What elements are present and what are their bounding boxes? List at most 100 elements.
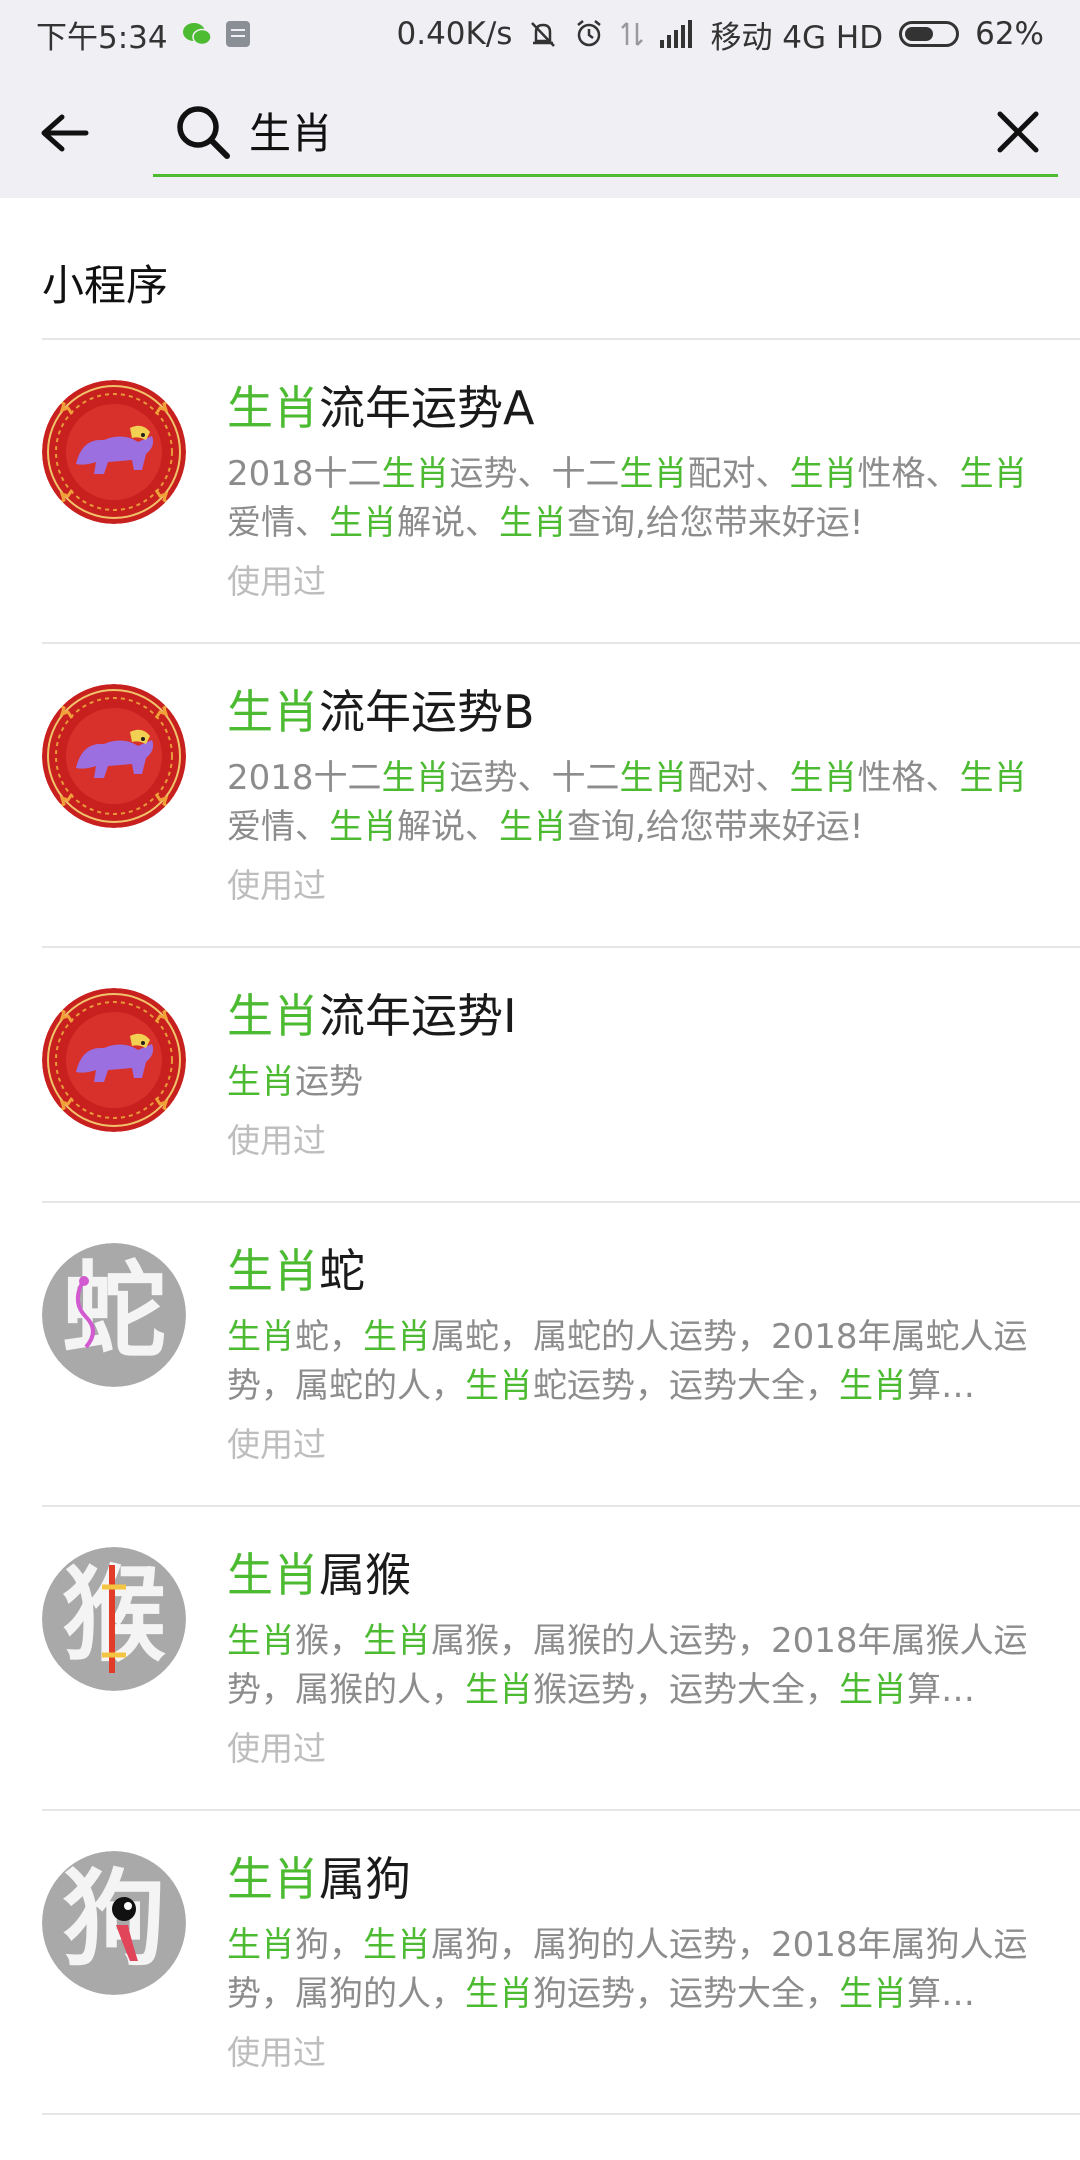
result-item[interactable]: 生肖流年运势A 2018十二生肖运势、十二生肖配对、生肖性格、生肖爱情、生肖解说、… <box>0 340 1080 642</box>
result-description-text: 狗运势，运势大全， <box>533 1974 839 2014</box>
result-title: 生肖属猴 <box>227 1547 1030 1603</box>
results-list: 生肖流年运势A 2018十二生肖运势、十二生肖配对、生肖性格、生肖爱情、生肖解说、… <box>0 338 1080 2115</box>
search-box[interactable] <box>153 90 1058 177</box>
result-title-highlight: 生肖 <box>227 1548 319 1602</box>
used-badge: 使用过 <box>227 562 326 601</box>
status-left: 下午5:34 <box>36 12 250 57</box>
result-description-text: 性格、 <box>857 454 960 494</box>
svg-text:蛇: 蛇 <box>62 1250 166 1372</box>
result-title: 生肖蛇 <box>227 1243 1030 1299</box>
search-header <box>0 68 1080 198</box>
result-title-text: 属狗 <box>319 1852 411 1906</box>
result-description-highlight: 生肖 <box>499 503 567 543</box>
result-description-text: 解说、 <box>397 807 499 847</box>
result-description-highlight: 生肖 <box>381 758 450 798</box>
result-description: 2018十二生肖运势、十二生肖配对、生肖性格、生肖爱情、生肖解说、生肖查询,给您… <box>227 754 1030 852</box>
result-body: 生肖流年运势I 生肖运势 使用过 <box>227 988 1030 1163</box>
back-button[interactable] <box>30 98 100 168</box>
result-description-highlight: 生肖 <box>465 1366 533 1406</box>
result-item[interactable]: 猴生肖属猴 生肖猴，生肖属猴，属猴的人运势，2018年属猴人运势，属猴的人，生肖猴… <box>0 1507 1080 1809</box>
search-icon <box>177 106 230 159</box>
result-description-text: 查询,给您带来好运! <box>567 807 864 847</box>
result-description-highlight: 生肖 <box>465 1670 533 1710</box>
result-title-text: 属猴 <box>319 1548 411 1602</box>
result-title: 生肖流年运势B <box>227 684 1030 740</box>
result-body: 生肖流年运势A 2018十二生肖运势、十二生肖配对、生肖性格、生肖爱情、生肖解说、… <box>227 380 1030 604</box>
result-title: 生肖属狗 <box>227 1851 1030 1907</box>
result-description-text: 配对、 <box>687 454 790 494</box>
back-arrow-icon <box>41 114 89 152</box>
result-description: 生肖猴，生肖属猴，属猴的人运势，2018年属猴人运势，属猴的人，生肖猴运势，运势… <box>227 1617 1030 1715</box>
result-item[interactable]: 狗生肖属狗 生肖狗，生肖属狗，属狗的人运势，2018年属狗人运势，属狗的人，生肖狗… <box>0 1811 1080 2113</box>
result-description-highlight: 生肖 <box>959 454 1028 494</box>
result-description: 生肖蛇，生肖属蛇，属蛇的人运势，2018年属蛇人运势，属蛇的人，生肖蛇运势，运势… <box>227 1313 1030 1411</box>
status-right: 0.40K/s 移动 4G HD 62% <box>397 12 1045 57</box>
result-title-text: 蛇 <box>319 1244 365 1298</box>
section-title: 小程序 <box>42 261 169 310</box>
zodiac-dog-red-icon <box>42 988 186 1132</box>
result-title-highlight: 生肖 <box>227 685 319 739</box>
battery-level <box>905 27 933 41</box>
result-description-text: 性格、 <box>857 758 960 798</box>
wechat-notification-icon <box>182 23 212 46</box>
result-description-highlight: 生肖 <box>227 1317 295 1357</box>
carrier-label: 移动 4G HD <box>710 19 884 56</box>
monkey-character-icon: 猴 <box>42 1547 186 1691</box>
result-description-highlight: 生肖 <box>959 758 1028 798</box>
result-item[interactable]: 生肖流年运势B 2018十二生肖运势、十二生肖配对、生肖性格、生肖爱情、生肖解说、… <box>0 644 1080 946</box>
result-description-text: 2018十二 <box>227 454 382 494</box>
result-description-text: 运势、十二 <box>449 454 620 494</box>
result-description: 2018十二生肖运势、十二生肖配对、生肖性格、生肖爱情、生肖解说、生肖查询,给您… <box>227 450 1030 548</box>
result-body: 生肖流年运势B 2018十二生肖运势、十二生肖配对、生肖性格、生肖爱情、生肖解说、… <box>227 684 1030 908</box>
result-title-highlight: 生肖 <box>227 989 319 1043</box>
result-description-highlight: 生肖 <box>227 1925 295 1965</box>
result-title-text: 流年运势A <box>319 381 535 435</box>
mute-bell-icon <box>531 22 556 47</box>
divider <box>42 2113 1080 2115</box>
result-description: 生肖狗，生肖属狗，属狗的人运势，2018年属狗人运势，属狗的人，生肖狗运势，运势… <box>227 1921 1030 2019</box>
result-description-highlight: 生肖 <box>465 1974 533 2014</box>
clear-search-button[interactable] <box>988 102 1048 162</box>
result-description-text: 爱情、 <box>227 503 329 543</box>
result-title-highlight: 生肖 <box>227 381 319 435</box>
result-description-highlight: 生肖 <box>329 807 397 847</box>
result-title: 生肖流年运势I <box>227 988 1030 1044</box>
alarm-icon <box>577 20 602 47</box>
result-description-highlight: 生肖 <box>499 807 567 847</box>
result-description-text: 蛇运势，运势大全， <box>533 1366 839 1406</box>
zodiac-dog-red-icon <box>42 380 186 524</box>
used-badge: 使用过 <box>227 1425 326 1464</box>
status-time: 下午5:34 <box>36 19 168 56</box>
result-description-text: 运势、十二 <box>449 758 620 798</box>
result-description-text: 狗， <box>295 1925 363 1965</box>
result-description-highlight: 生肖 <box>619 758 688 798</box>
network-speed: 0.40K/s <box>396 16 513 52</box>
signal-icon <box>660 20 693 48</box>
result-description-text: 爱情、 <box>227 807 329 847</box>
result-description-highlight: 生肖 <box>839 1670 907 1710</box>
search-input[interactable] <box>249 98 929 162</box>
result-description-highlight: 生肖 <box>619 454 688 494</box>
result-description-highlight: 生肖 <box>329 503 397 543</box>
result-description-highlight: 生肖 <box>839 1366 907 1406</box>
used-badge: 使用过 <box>227 2033 326 2072</box>
result-description-highlight: 生肖 <box>363 1925 431 1965</box>
dog-character-icon: 狗 <box>42 1851 186 1995</box>
snake-character-icon: 蛇 <box>42 1243 186 1387</box>
result-title-highlight: 生肖 <box>227 1852 319 1906</box>
result-description: 生肖运势 <box>227 1058 1030 1107</box>
result-description-text: 蛇， <box>295 1317 363 1357</box>
result-description-text: 运势 <box>295 1062 363 1102</box>
result-item[interactable]: 蛇生肖蛇 生肖蛇，生肖属蛇，属蛇的人运势，2018年属蛇人运势，属蛇的人，生肖蛇运… <box>0 1203 1080 1505</box>
result-description-highlight: 生肖 <box>839 1974 907 2014</box>
result-body: 生肖蛇 生肖蛇，生肖属蛇，属蛇的人运势，2018年属蛇人运势，属蛇的人，生肖蛇运势… <box>227 1243 1030 1467</box>
result-description-text: 猴， <box>295 1621 363 1661</box>
svg-text:狗: 狗 <box>62 1858 166 1980</box>
result-item[interactable]: 生肖流年运势I 生肖运势 使用过 <box>0 948 1080 1201</box>
result-description-text: 配对、 <box>687 758 790 798</box>
status-bar: 下午5:34 0.40K/s 移动 4G HD 62% <box>0 0 1080 68</box>
result-description-highlight: 生肖 <box>227 1621 295 1661</box>
result-title: 生肖流年运势A <box>227 380 1030 436</box>
used-badge: 使用过 <box>227 866 326 905</box>
result-description-text: 猴运势，运势大全， <box>533 1670 839 1710</box>
